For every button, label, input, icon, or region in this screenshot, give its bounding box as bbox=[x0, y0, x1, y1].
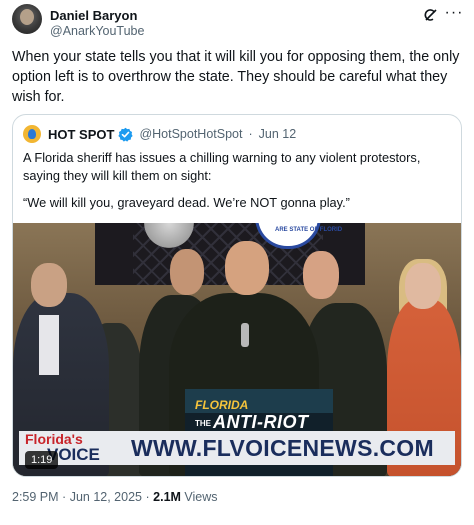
podium-florida-text: FLORIDA bbox=[195, 398, 249, 412]
quoted-quote-line: “We will kill you, graveyard dead. We’re… bbox=[23, 195, 350, 210]
quoted-text: A Florida sheriff has issues a chilling … bbox=[23, 150, 421, 183]
deputy-left-head bbox=[170, 249, 204, 295]
tweet-date[interactable]: Jun 12, 2025 bbox=[70, 490, 142, 504]
tweet-text: When your state tells you that it will k… bbox=[12, 49, 460, 105]
person-left-shirt bbox=[39, 315, 59, 375]
views-separator: · bbox=[145, 490, 150, 504]
microphone bbox=[241, 323, 249, 347]
author-handle[interactable]: @AnarkYouTube bbox=[50, 24, 144, 38]
podium-the-text: THE bbox=[195, 419, 211, 428]
quoted-video[interactable]: ARE STATE OF FLORID FLORIDA THE ANTI-RIO… bbox=[13, 223, 461, 476]
tweet-header: Daniel Baryon @AnarkYouTube ··· bbox=[12, 4, 462, 40]
quoted-date-separator: · bbox=[248, 127, 253, 141]
quoted-date[interactable]: Jun 12 bbox=[259, 127, 297, 141]
author-name[interactable]: Daniel Baryon bbox=[50, 8, 137, 23]
quoted-handle[interactable]: @HotSpotHotSpot bbox=[139, 127, 242, 141]
quoted-author-name[interactable]: HOT SPOT bbox=[48, 127, 114, 142]
timestamp-separator: · bbox=[62, 490, 67, 504]
verified-badge-icon bbox=[118, 127, 134, 142]
person-left-head bbox=[31, 263, 67, 307]
quoted-header: HOT SPOT @HotSpotHotSpot · Jun 12 bbox=[23, 125, 296, 143]
seal-text: ARE STATE OF FLORID bbox=[275, 227, 343, 233]
quoted-tweet[interactable]: HOT SPOT @HotSpotHotSpot · Jun 12 A Flor… bbox=[12, 114, 462, 477]
sheriff-head bbox=[225, 241, 269, 295]
views-count: 2.1M bbox=[153, 490, 181, 504]
tweet-timestamp: 2:59 PM · Jun 12, 2025 · 2.1M Views bbox=[12, 490, 218, 504]
quoted-avatar[interactable] bbox=[23, 125, 41, 143]
grok-icon[interactable] bbox=[422, 6, 440, 24]
tweet-time[interactable]: 2:59 PM bbox=[12, 490, 59, 504]
banner-url: WWW.FLVOICENEWS.COM bbox=[131, 435, 434, 461]
podium-anti-riot-text: ANTI-RIOT bbox=[213, 412, 309, 432]
views-label: Views bbox=[184, 490, 218, 504]
author-avatar[interactable] bbox=[12, 4, 42, 34]
person-right-head bbox=[405, 263, 441, 309]
deputy-right-head bbox=[303, 251, 339, 299]
more-horizontal-icon[interactable]: ··· bbox=[444, 4, 464, 24]
video-duration-badge: 1:19 bbox=[25, 451, 59, 469]
